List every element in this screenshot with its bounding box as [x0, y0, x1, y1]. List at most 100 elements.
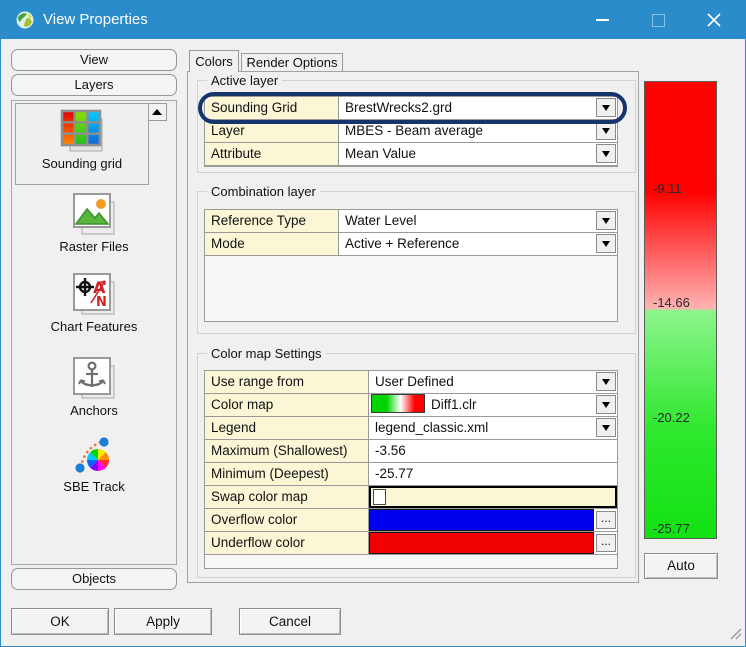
ok-button[interactable]: OK: [11, 608, 109, 635]
reference-type-value[interactable]: Water Level: [339, 210, 617, 232]
active-layer-group-title: Active layer: [207, 73, 282, 88]
maximum-value-field[interactable]: -3.56: [369, 440, 617, 462]
chevron-down-icon: [602, 241, 610, 247]
table-row: Color map Diff1.clr: [205, 394, 617, 417]
apply-button[interactable]: Apply: [114, 608, 212, 635]
close-button[interactable]: [691, 1, 737, 39]
color-map-value[interactable]: Diff1.clr: [369, 394, 617, 416]
maximum-value-text: -3.56: [375, 443, 406, 458]
objects-panel-button[interactable]: Objects: [11, 568, 177, 590]
sounding-grid-dropdown[interactable]: [596, 98, 616, 117]
minimize-icon: [596, 19, 609, 21]
attribute-value-text: Mean Value: [345, 146, 416, 161]
scroll-up-button[interactable]: [147, 103, 167, 121]
app-globe-icon: [15, 10, 35, 30]
layer-row-label: Layer: [205, 120, 339, 142]
layer-item-label: Chart Features: [12, 319, 176, 334]
objects-panel-label: Objects: [72, 571, 116, 586]
layer-item-sbe-track[interactable]: SBE Track: [12, 427, 176, 499]
view-panel-button[interactable]: View: [11, 49, 177, 71]
cancel-button[interactable]: Cancel: [239, 608, 341, 635]
resize-grip[interactable]: [729, 627, 743, 641]
chevron-down-icon: [602, 218, 610, 224]
underflow-color-row-label: Underflow color: [205, 532, 369, 554]
attribute-dropdown[interactable]: [596, 144, 616, 163]
underflow-color-picker-button[interactable]: ...: [596, 534, 616, 552]
maximize-icon: [652, 14, 665, 27]
minimum-value-field[interactable]: -25.77: [369, 463, 617, 485]
mode-row-label: Mode: [205, 233, 339, 255]
overflow-color-swatch: [369, 509, 594, 531]
use-range-from-value-text: User Defined: [375, 374, 454, 389]
maximize-button[interactable]: [635, 1, 681, 39]
layer-item-label: Raster Files: [12, 239, 176, 254]
sounding-grid-value[interactable]: BrestWrecks2.grd: [339, 97, 617, 119]
chevron-down-icon: [602, 402, 610, 408]
layers-panel-button[interactable]: Layers: [11, 74, 177, 96]
color-wheel-track-icon: [71, 431, 117, 477]
use-range-from-row-label: Use range from: [205, 371, 369, 393]
layer-item-raster-files[interactable]: Raster Files: [12, 187, 176, 259]
use-range-from-value[interactable]: User Defined: [369, 371, 617, 393]
use-range-from-dropdown[interactable]: [596, 372, 616, 391]
overflow-color-row-label: Overflow color: [205, 509, 369, 531]
layer-item-anchors[interactable]: Anchors: [12, 351, 176, 419]
mode-value[interactable]: Active + Reference: [339, 233, 617, 255]
color-map-gradient-swatch: [371, 394, 425, 413]
table-row: Swap color map: [205, 486, 617, 509]
svg-text:N: N: [96, 295, 107, 310]
layer-item-chart-features[interactable]: A N Chart Features: [12, 267, 176, 339]
layer-item-label: Sounding grid: [16, 156, 148, 171]
swap-color-map-checkbox[interactable]: [373, 489, 386, 505]
title-bar: View Properties: [1, 1, 745, 39]
auto-button[interactable]: Auto: [644, 553, 718, 579]
layers-list: Sounding grid Raster Files A N: [11, 100, 177, 565]
layer-item-label: SBE Track: [12, 479, 176, 494]
swap-color-map-row-label: Swap color map: [205, 486, 369, 508]
sounding-grid-icon: [59, 108, 105, 154]
active-layer-table: Sounding Grid BrestWrecks2.grd Layer MBE…: [204, 96, 618, 167]
close-icon: [706, 12, 722, 28]
table-row: Minimum (Deepest) -25.77: [205, 463, 617, 486]
table-row: Maximum (Shallowest) -3.56: [205, 440, 617, 463]
view-panel-label: View: [80, 52, 108, 67]
anchor-icon: [71, 355, 117, 401]
chevron-down-icon: [602, 379, 610, 385]
raster-files-icon: [71, 191, 117, 237]
overflow-color-picker-button[interactable]: ...: [596, 511, 616, 529]
mode-value-text: Active + Reference: [345, 236, 459, 251]
color-map-dropdown[interactable]: [596, 395, 616, 414]
reference-type-value-text: Water Level: [345, 213, 417, 228]
auto-button-label: Auto: [667, 558, 695, 573]
attribute-row-label: Attribute: [205, 143, 339, 165]
tab-render-options-label: Render Options: [246, 55, 337, 70]
layers-panel-label: Layers: [74, 77, 113, 92]
layer-item-label: Anchors: [12, 403, 176, 418]
layer-dropdown[interactable]: [596, 121, 616, 140]
minimum-value-text: -25.77: [375, 466, 413, 481]
legend-value-text: legend_classic.xml: [375, 420, 488, 435]
minimize-button[interactable]: [579, 1, 625, 39]
legend-row-label: Legend: [205, 417, 369, 439]
chevron-down-icon: [602, 105, 610, 111]
depth-color-scale: -9.11 -14.66 -20.22 -25.77: [644, 81, 717, 539]
scale-label: -14.66: [653, 295, 690, 310]
legend-dropdown[interactable]: [596, 418, 616, 437]
table-row: Reference Type Water Level: [205, 210, 617, 233]
scale-label: -20.22: [653, 410, 690, 425]
layer-value[interactable]: MBES - Beam average: [339, 120, 617, 142]
legend-value[interactable]: legend_classic.xml: [369, 417, 617, 439]
tab-colors[interactable]: Colors: [189, 50, 239, 72]
tab-render-options[interactable]: Render Options: [241, 53, 343, 71]
layer-item-sounding-grid[interactable]: Sounding grid: [15, 103, 149, 185]
chart-features-icon: A N: [71, 271, 117, 317]
sounding-grid-value-text: BrestWrecks2.grd: [345, 100, 452, 115]
color-map-row-label: Color map: [205, 394, 369, 416]
reference-type-dropdown[interactable]: [596, 211, 616, 230]
combination-layer-group-title: Combination layer: [207, 184, 320, 199]
tab-colors-label: Colors: [195, 54, 233, 69]
underflow-color-swatch: [369, 532, 594, 554]
cancel-button-label: Cancel: [269, 614, 311, 629]
attribute-value[interactable]: Mean Value: [339, 143, 617, 165]
mode-dropdown[interactable]: [596, 234, 616, 253]
